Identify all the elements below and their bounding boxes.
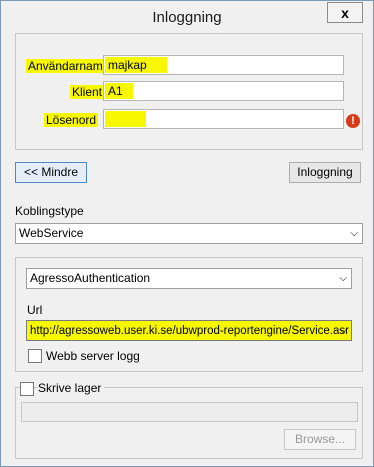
close-icon: x (341, 4, 349, 21)
storage-group: Skrive lager Browse... (15, 381, 363, 459)
url-value: http://agressoweb.user.ki.se/ubwprod-rep… (30, 325, 349, 337)
url-select[interactable]: http://agressoweb.user.ki.se/ubwprod-rep… (26, 320, 352, 341)
less-button[interactable]: << Mindre (15, 162, 87, 183)
window-title: Inloggning (152, 9, 222, 26)
close-button[interactable]: x (327, 2, 363, 23)
webb-log-label: Webb server logg (46, 349, 140, 363)
title-bar: Inloggning x (1, 1, 373, 31)
password-label: Lösenord (44, 113, 99, 127)
connection-panel: AgressoAuthentication ⌵ Url http://agres… (15, 257, 363, 372)
write-storage-label: Skrive lager (38, 381, 105, 395)
auth-value: AgressoAuthentication (30, 271, 151, 285)
connection-type-label: Koblingstype (15, 204, 84, 218)
connection-type-select[interactable]: WebService ⌵ (15, 223, 363, 244)
connection-type-value: WebService (19, 226, 84, 240)
login-dialog: Inloggning x Användarnamn majkap Klient … (0, 0, 374, 467)
write-storage-checkbox[interactable] (20, 382, 34, 396)
chevron-down-icon: ⌵ (339, 273, 347, 284)
auth-select[interactable]: AgressoAuthentication ⌵ (26, 268, 352, 289)
username-input[interactable]: majkap (103, 55, 344, 75)
client-input[interactable]: A1 (103, 81, 344, 101)
username-label: Användarnamn (26, 59, 112, 73)
login-panel: Användarnamn majkap Klient A1 Lösenord ! (15, 33, 363, 150)
password-input[interactable] (103, 109, 344, 129)
url-label: Url (27, 303, 43, 317)
login-button[interactable]: Inloggning (289, 162, 361, 183)
storage-path-input[interactable] (21, 402, 358, 422)
client-label: Klient (70, 85, 105, 99)
error-icon: ! (346, 114, 360, 128)
chevron-down-icon: ⌵ (350, 228, 358, 239)
browse-button[interactable]: Browse... (284, 429, 356, 450)
webb-log-checkbox[interactable] (28, 349, 42, 363)
chevron-down-icon: ⌵ (339, 325, 347, 336)
